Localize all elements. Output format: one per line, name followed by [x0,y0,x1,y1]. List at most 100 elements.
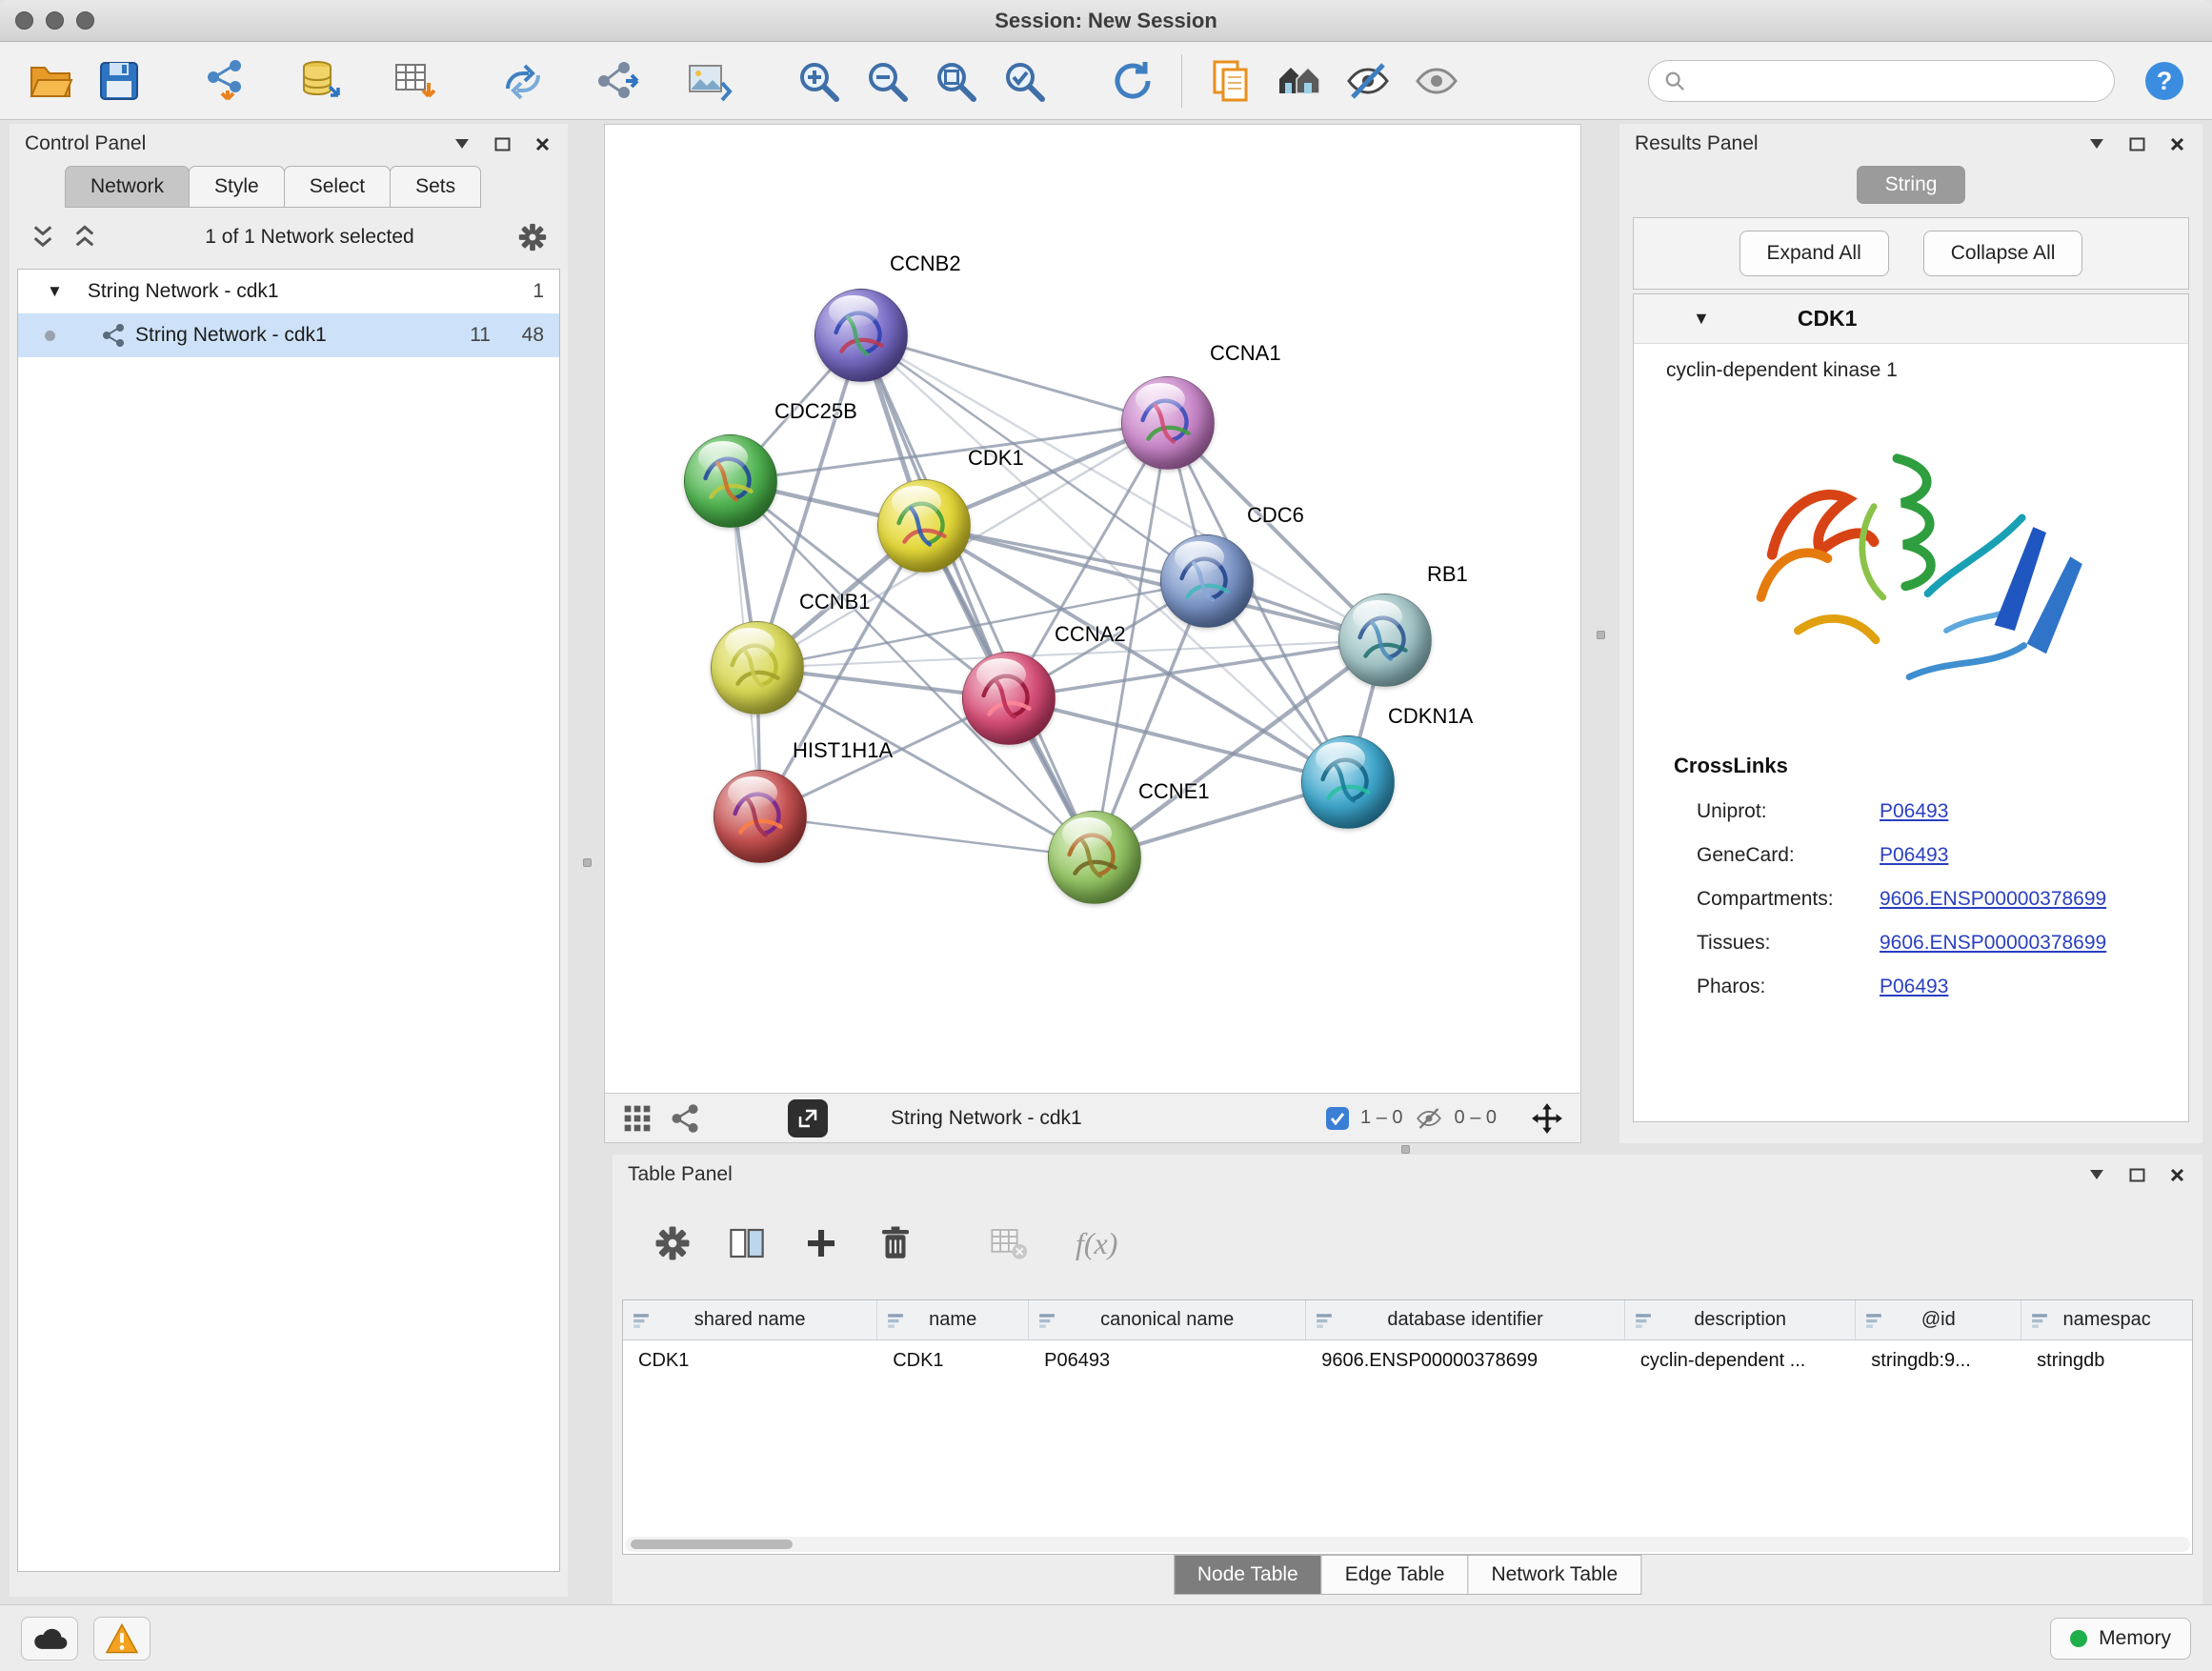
search-input[interactable] [1695,70,2099,91]
export-image-button[interactable] [682,51,737,111]
close-panel-icon[interactable] [2166,133,2187,154]
network-options-gear-icon[interactable] [516,221,549,253]
close-panel-icon[interactable] [2166,1164,2187,1185]
splitter-handle-right[interactable] [1597,631,1605,639]
table-row[interactable]: CDK1CDK1P064939606.ENSP00000378699cyclin… [623,1340,2192,1380]
cloud-status-button[interactable] [21,1617,78,1661]
table-cell[interactable]: 9606.ENSP00000378699 [1306,1340,1625,1380]
table-cell[interactable]: CDK1 [877,1340,1029,1380]
tab-network[interactable]: Network [65,166,190,208]
birdseye-view-icon[interactable] [670,1103,700,1134]
show-columns-icon[interactable] [725,1221,769,1265]
float-panel-icon[interactable] [492,133,513,154]
network-node-cdc6[interactable] [1160,534,1254,628]
export-view-button[interactable] [788,1099,828,1137]
network-node-cdk1[interactable] [877,479,971,573]
network-node-ccnb2[interactable] [814,289,908,382]
table-cell[interactable]: P06493 [1029,1340,1306,1380]
create-column-plus-icon[interactable] [799,1221,843,1265]
network-row-selected[interactable]: String Network - cdk1 11 48 [18,313,559,357]
grid-view-icon[interactable] [622,1103,653,1134]
network-edge-hist1h1a-ccne1[interactable] [760,816,1095,857]
float-panel-icon[interactable] [2126,1164,2147,1185]
show-panels-button[interactable] [1409,51,1464,111]
crosslink-compartments-link[interactable]: 9606.ENSP00000378699 [1880,888,2106,911]
tab-string-results[interactable]: String [1857,166,1966,204]
network-node-cdkn1a[interactable] [1301,735,1395,829]
import-table-button[interactable] [387,51,442,111]
panel-menu-icon[interactable] [2086,1164,2107,1185]
column-header-canonical-name[interactable]: canonical name [1029,1300,1306,1339]
network-edge-ccnb2-ccne1[interactable] [861,335,1095,857]
warnings-button[interactable] [93,1617,151,1661]
crosslink-uniprot-link[interactable]: P06493 [1880,800,1948,823]
network-canvas[interactable]: CCNB2CCNA1CDC25BCDK1CDC6RB1CCNB1CCNA2CDK… [605,125,1580,1093]
new-network-button[interactable] [495,51,551,111]
zoom-selected-button[interactable] [996,51,1052,111]
table-options-gear-icon[interactable] [651,1221,694,1265]
table-cell[interactable]: cyclin-dependent ... [1625,1340,1856,1380]
collapse-all-networks-icon[interactable] [29,225,57,250]
crosslink-pharos-link[interactable]: P06493 [1880,976,1948,998]
scrollbar-thumb[interactable] [631,1540,793,1549]
import-network-file-button[interactable] [200,51,255,111]
panel-menu-icon[interactable] [2086,133,2107,154]
column-header-namespac[interactable]: namespac [2021,1300,2192,1339]
close-panel-icon[interactable] [532,133,553,154]
hide-panels-button[interactable] [1340,51,1396,111]
import-network-database-button[interactable] [293,51,349,111]
zoom-in-button[interactable] [791,51,846,111]
network-node-ccna2[interactable] [962,652,1056,745]
network-node-rb1[interactable] [1338,594,1432,687]
pan-crosshair-icon[interactable] [1531,1102,1563,1135]
network-node-ccnb1[interactable] [711,621,804,715]
tab-select[interactable]: Select [284,166,391,208]
save-session-button[interactable] [91,51,147,111]
gene-section-header[interactable]: ▼ CDK1 [1634,294,2188,344]
export-network-button[interactable] [589,51,644,111]
collapse-all-button[interactable]: Collapse All [1923,231,2083,276]
memory-button[interactable]: Memory [2050,1618,2191,1660]
selected-elements-checkbox[interactable] [1326,1107,1349,1130]
splitter-handle-left[interactable] [583,858,592,867]
main-toolbar: ? [0,42,2212,120]
gene-disclosure-icon[interactable]: ▼ [1693,309,1710,329]
crosslink-genecard-link[interactable]: P06493 [1880,844,1948,867]
zoom-fit-button[interactable] [928,51,983,111]
zoom-out-button[interactable] [859,51,915,111]
table-cell[interactable]: stringdb:9... [1856,1340,2021,1380]
open-session-button[interactable] [23,51,78,111]
network-node-cdc25b[interactable] [684,434,777,528]
column-header-description[interactable]: description [1625,1300,1856,1339]
network-collection-row[interactable]: ▼ String Network - cdk1 1 [18,270,559,313]
network-node-ccna1[interactable] [1121,376,1215,470]
tab-edge-table[interactable]: Edge Table [1321,1555,1469,1595]
horizontal-scrollbar[interactable] [625,1537,2190,1552]
tab-node-table[interactable]: Node Table [1174,1555,1322,1595]
panel-menu-icon[interactable] [452,133,473,154]
network-node-ccne1[interactable] [1048,811,1141,904]
hidden-elements-icon[interactable] [1415,1106,1443,1131]
tab-style[interactable]: Style [189,166,285,208]
tab-network-table[interactable]: Network Table [1467,1555,1641,1595]
copy-button[interactable] [1203,51,1258,111]
column-header-shared-name[interactable]: shared name [623,1300,877,1339]
home-button[interactable] [1272,51,1327,111]
table-cell[interactable]: stringdb [2021,1340,2192,1380]
help-button[interactable]: ? [2140,56,2189,106]
delete-column-trash-icon[interactable] [874,1221,917,1265]
column-header-name[interactable]: name [877,1300,1029,1339]
float-panel-icon[interactable] [2126,133,2147,154]
expand-all-button[interactable]: Expand All [1739,231,1889,276]
splitter-handle-bottom[interactable] [1401,1145,1410,1154]
refresh-button[interactable] [1105,51,1160,111]
column-header--id[interactable]: @id [1856,1300,2021,1339]
crosslink-tissues-link[interactable]: 9606.ENSP00000378699 [1880,932,2106,955]
table-cell[interactable]: CDK1 [623,1340,877,1380]
search-box[interactable] [1648,60,2115,102]
collection-disclosure-icon[interactable]: ▼ [47,282,63,301]
network-node-hist1h1a[interactable] [714,770,807,863]
expand-all-networks-icon[interactable] [70,225,99,250]
tab-sets[interactable]: Sets [390,166,481,208]
column-header-database-identifier[interactable]: database identifier [1306,1300,1625,1339]
